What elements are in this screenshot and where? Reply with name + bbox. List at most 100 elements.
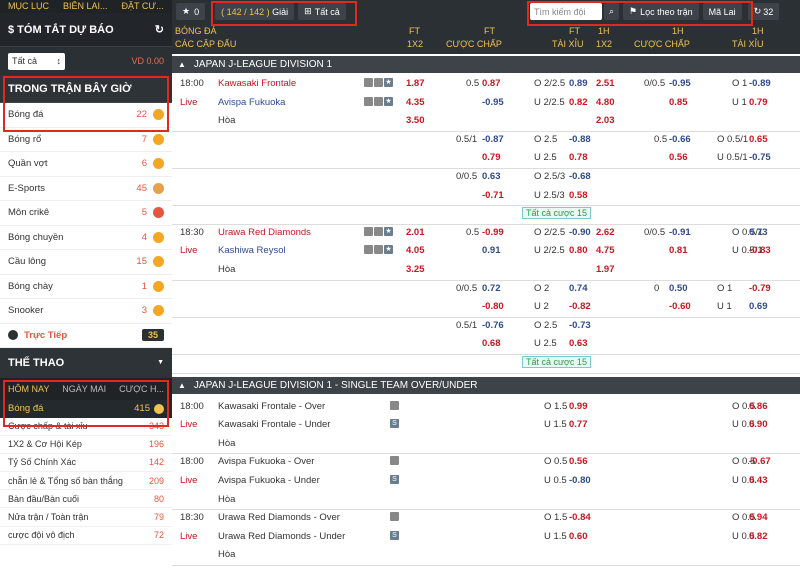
odds-1h-over[interactable]: -0.89 xyxy=(749,75,771,94)
odds-handicap-away[interactable]: -0.71 xyxy=(482,187,504,206)
odds-1h-over[interactable]: 0.65 xyxy=(749,131,768,150)
sidebar-item-bet-type[interactable]: Bàn đầu/Bàn cuối 80 xyxy=(0,490,172,509)
odds-over[interactable]: -0.68 xyxy=(569,168,591,187)
filter-match-button[interactable]: ⚑ Lọc theo trận xyxy=(623,3,699,20)
odds-1h-over[interactable]: 0.86 xyxy=(749,398,768,417)
all-button[interactable]: ⊞ Tất cả xyxy=(298,3,346,20)
sidebar-item-live-sport[interactable]: Bóng chày 1 xyxy=(0,274,172,299)
odds-1h-handicap-home[interactable]: -0.91 xyxy=(669,224,691,243)
tab-outright[interactable]: CƯỢC H... xyxy=(119,384,164,394)
star-icon[interactable]: ★ xyxy=(384,78,393,87)
s-icon[interactable]: S xyxy=(390,530,399,540)
odds-1h-under[interactable]: 0.43 xyxy=(749,472,768,491)
team-under[interactable]: Urawa Red Diamonds - Under xyxy=(218,528,345,547)
sidebar-item-live-sport[interactable]: Bóng rổ 7 xyxy=(0,127,172,152)
league-select-button[interactable]: ( 142 / 142 ) Giải xyxy=(215,3,295,20)
filter-select[interactable]: Tất cả ↕ xyxy=(8,52,65,70)
team-over[interactable]: Kawasaki Frontale - Over xyxy=(218,398,325,417)
sidebar-item-bet-type[interactable]: 1X2 & Cơ Hội Kép 196 xyxy=(0,436,172,454)
odds-1h-away[interactable]: 4.80 xyxy=(596,94,615,113)
odds-draw-1x2[interactable]: 3.50 xyxy=(406,112,425,131)
odds-handicap-away[interactable]: -0.95 xyxy=(482,94,504,113)
odds-under[interactable]: 0.82 xyxy=(569,94,588,113)
odds-away-1x2[interactable]: 4.35 xyxy=(406,94,425,113)
odds-over[interactable]: -0.73 xyxy=(569,317,591,336)
odds-home-1x2[interactable]: 1.87 xyxy=(406,75,425,94)
odds-over[interactable]: -0.84 xyxy=(569,509,591,528)
odds-1h-under[interactable]: 0.69 xyxy=(749,298,768,317)
tv-icon[interactable] xyxy=(374,78,383,87)
odds-handicap-away[interactable]: 0.68 xyxy=(482,335,501,354)
team-under[interactable]: Kawasaki Frontale - Under xyxy=(218,416,330,435)
team-over[interactable]: Avispa Fukuoka - Over xyxy=(218,453,314,472)
favorites-button[interactable]: ★ 0 xyxy=(176,3,206,20)
odds-under[interactable]: 0.58 xyxy=(569,187,588,206)
sidebar-item-bet-type[interactable]: Tỷ Số Chính Xác 142 xyxy=(0,454,172,473)
refresh-button[interactable]: ↻ 32 xyxy=(747,3,780,20)
tab-bets[interactable]: ĐẶT CƯ... xyxy=(122,0,164,13)
sidebar-item-live-sport[interactable]: Cầu lông 15 xyxy=(0,250,172,275)
star-icon[interactable]: ★ xyxy=(384,245,393,255)
star-icon[interactable]: ★ xyxy=(384,226,393,236)
stats-icon[interactable] xyxy=(390,456,399,466)
odds-1h-handicap-away[interactable]: -0.60 xyxy=(669,298,691,317)
sidebar-item-live-sport[interactable]: Quần vợt 6 xyxy=(0,152,172,177)
odds-under[interactable]: 0.63 xyxy=(569,335,588,354)
odds-handicap-home[interactable]: -0.76 xyxy=(482,317,504,336)
odds-1h-handicap-home[interactable]: 0.50 xyxy=(669,280,688,299)
odds-1h-under[interactable]: 0.79 xyxy=(749,94,768,113)
odds-under[interactable]: -0.82 xyxy=(569,298,591,317)
odds-1h-over[interactable]: -0.79 xyxy=(749,280,771,299)
home-team[interactable]: Kawasaki Frontale xyxy=(218,75,296,94)
sidebar-item-live-sport[interactable]: E-Sports 45 xyxy=(0,176,172,201)
odds-handicap-home[interactable]: 0.72 xyxy=(482,280,501,299)
odds-1h-handicap-home[interactable]: -0.66 xyxy=(669,131,691,150)
odds-1h-home[interactable]: 2.51 xyxy=(596,75,615,94)
search-input[interactable]: Tìm kiếm đội xyxy=(530,3,602,20)
stats-icon[interactable] xyxy=(364,245,373,255)
stats-icon[interactable] xyxy=(364,78,373,87)
odds-over[interactable]: 0.56 xyxy=(569,453,588,472)
odds-over[interactable]: -0.90 xyxy=(569,224,591,243)
tab-today[interactable]: HÔM NAY xyxy=(8,384,49,394)
odds-under[interactable]: 0.77 xyxy=(569,416,588,435)
odds-1h-handicap-away[interactable]: 0.85 xyxy=(669,94,688,113)
odds-1h-over[interactable]: -0.67 xyxy=(749,453,771,472)
s-icon[interactable]: S xyxy=(390,475,399,484)
star-icon[interactable]: ★ xyxy=(384,96,393,106)
odds-1h-under[interactable]: 0.90 xyxy=(749,416,768,435)
team-over[interactable]: Urawa Red Diamonds - Over xyxy=(218,509,340,528)
odds-away-1x2[interactable]: 4.05 xyxy=(406,242,425,261)
odds-over[interactable]: -0.88 xyxy=(569,131,591,150)
odds-over[interactable]: 0.99 xyxy=(569,398,588,417)
sidebar-item-live-sport[interactable]: Bóng đá 22 xyxy=(0,103,172,128)
caret-down-icon[interactable]: ▼ xyxy=(157,359,164,366)
sidebar-item-football[interactable]: Bóng đá 415 xyxy=(0,399,172,418)
odds-1h-draw[interactable]: 2.03 xyxy=(596,112,615,131)
search-button[interactable]: ⌕ xyxy=(604,3,620,20)
odds-1h-over[interactable]: 0.73 xyxy=(749,224,768,243)
league-header[interactable]: ▲ JAPAN J-LEAGUE DIVISION 1 - SINGLE TEAM… xyxy=(172,376,800,394)
odds-1h-under[interactable]: -0.75 xyxy=(749,149,771,168)
odds-over[interactable]: 0.74 xyxy=(569,280,588,299)
odds-1h-under[interactable]: 0.82 xyxy=(749,528,768,547)
home-team[interactable]: Urawa Red Diamonds xyxy=(218,224,311,243)
odds-handicap-away[interactable]: -0.80 xyxy=(482,298,504,317)
away-team[interactable]: Avispa Fukuoka xyxy=(218,94,285,113)
odds-1h-away[interactable]: 4.75 xyxy=(596,242,615,261)
stats-icon[interactable] xyxy=(390,400,399,410)
refresh-icon[interactable]: ↻ xyxy=(155,23,164,36)
tv-icon[interactable] xyxy=(374,245,383,255)
sidebar-item-bet-type[interactable]: cược đội vô địch 72 xyxy=(0,527,172,545)
stats-icon[interactable] xyxy=(364,96,373,106)
odds-under[interactable]: 0.78 xyxy=(569,149,588,168)
odds-handicap-home[interactable]: -0.99 xyxy=(482,224,504,243)
tab-tomorrow[interactable]: NGÀY MAI xyxy=(62,384,106,394)
odds-over[interactable]: 0.89 xyxy=(569,75,588,94)
stats-icon[interactable] xyxy=(364,226,373,236)
sidebar-item-bet-type[interactable]: chẵn lẻ & Tổng số bàn thắng 209 xyxy=(0,472,172,491)
odds-home-1x2[interactable]: 2.01 xyxy=(406,224,425,243)
odds-1h-under[interactable]: -0.83 xyxy=(749,242,771,261)
league-header[interactable]: ▲ JAPAN J-LEAGUE DIVISION 1 xyxy=(172,56,800,73)
sidebar-item-bet-type[interactable]: Nửa trận / Toàn trận 79 xyxy=(0,508,172,527)
